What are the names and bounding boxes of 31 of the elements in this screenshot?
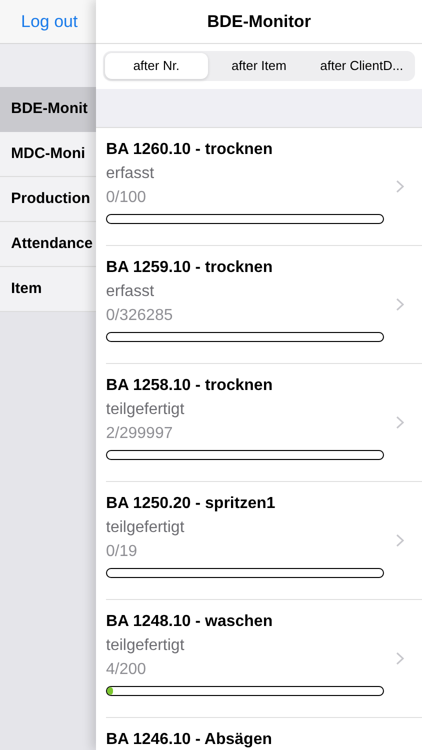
sidebar-item[interactable]: Production xyxy=(0,177,96,222)
sidebar-item[interactable]: Item xyxy=(0,267,96,312)
sidebar-item[interactable]: Attendance xyxy=(0,222,96,267)
order-quantity: 0/19 xyxy=(106,542,138,562)
chevron-icon xyxy=(396,298,404,311)
segment-tab[interactable]: after ClientD... xyxy=(310,53,414,79)
order-status: teilgefertigt xyxy=(106,518,184,538)
order-quantity: 0/326285 xyxy=(106,306,173,326)
order-title[interactable]: BA 1258.10 - trocknen xyxy=(106,376,273,396)
chevron-icon xyxy=(396,652,404,665)
order-quantity: 2/299997 xyxy=(106,424,173,444)
segment-tab[interactable]: after Nr. xyxy=(105,53,208,79)
screen-title: BDE-Monitor xyxy=(207,10,311,33)
logout-link[interactable]: Log out xyxy=(21,8,78,34)
order-title[interactable]: BA 1250.20 - spritzen1 xyxy=(106,494,276,514)
order-status: teilgefertigt xyxy=(106,400,184,420)
chevron-icon xyxy=(396,180,404,193)
order-title[interactable]: BA 1246.10 - Absägen xyxy=(106,730,272,750)
sidebar-item[interactable]: MDC-Moni xyxy=(0,132,96,177)
order-title[interactable]: BA 1248.10 - waschen xyxy=(106,612,273,632)
order-status: erfasst xyxy=(106,282,154,302)
chevron-icon xyxy=(396,534,404,547)
order-title[interactable]: BA 1260.10 - trocknen xyxy=(106,140,273,160)
chevron-icon xyxy=(396,416,404,429)
order-quantity: 4/200 xyxy=(106,660,146,680)
order-quantity: 0/100 xyxy=(106,188,146,208)
order-status: teilgefertigt xyxy=(106,636,184,656)
sidebar-item[interactable]: BDE-Monit xyxy=(0,87,96,132)
order-status: erfasst xyxy=(106,164,154,184)
segment-tab[interactable]: after Item xyxy=(208,53,310,79)
order-title[interactable]: BA 1259.10 - trocknen xyxy=(106,258,273,278)
